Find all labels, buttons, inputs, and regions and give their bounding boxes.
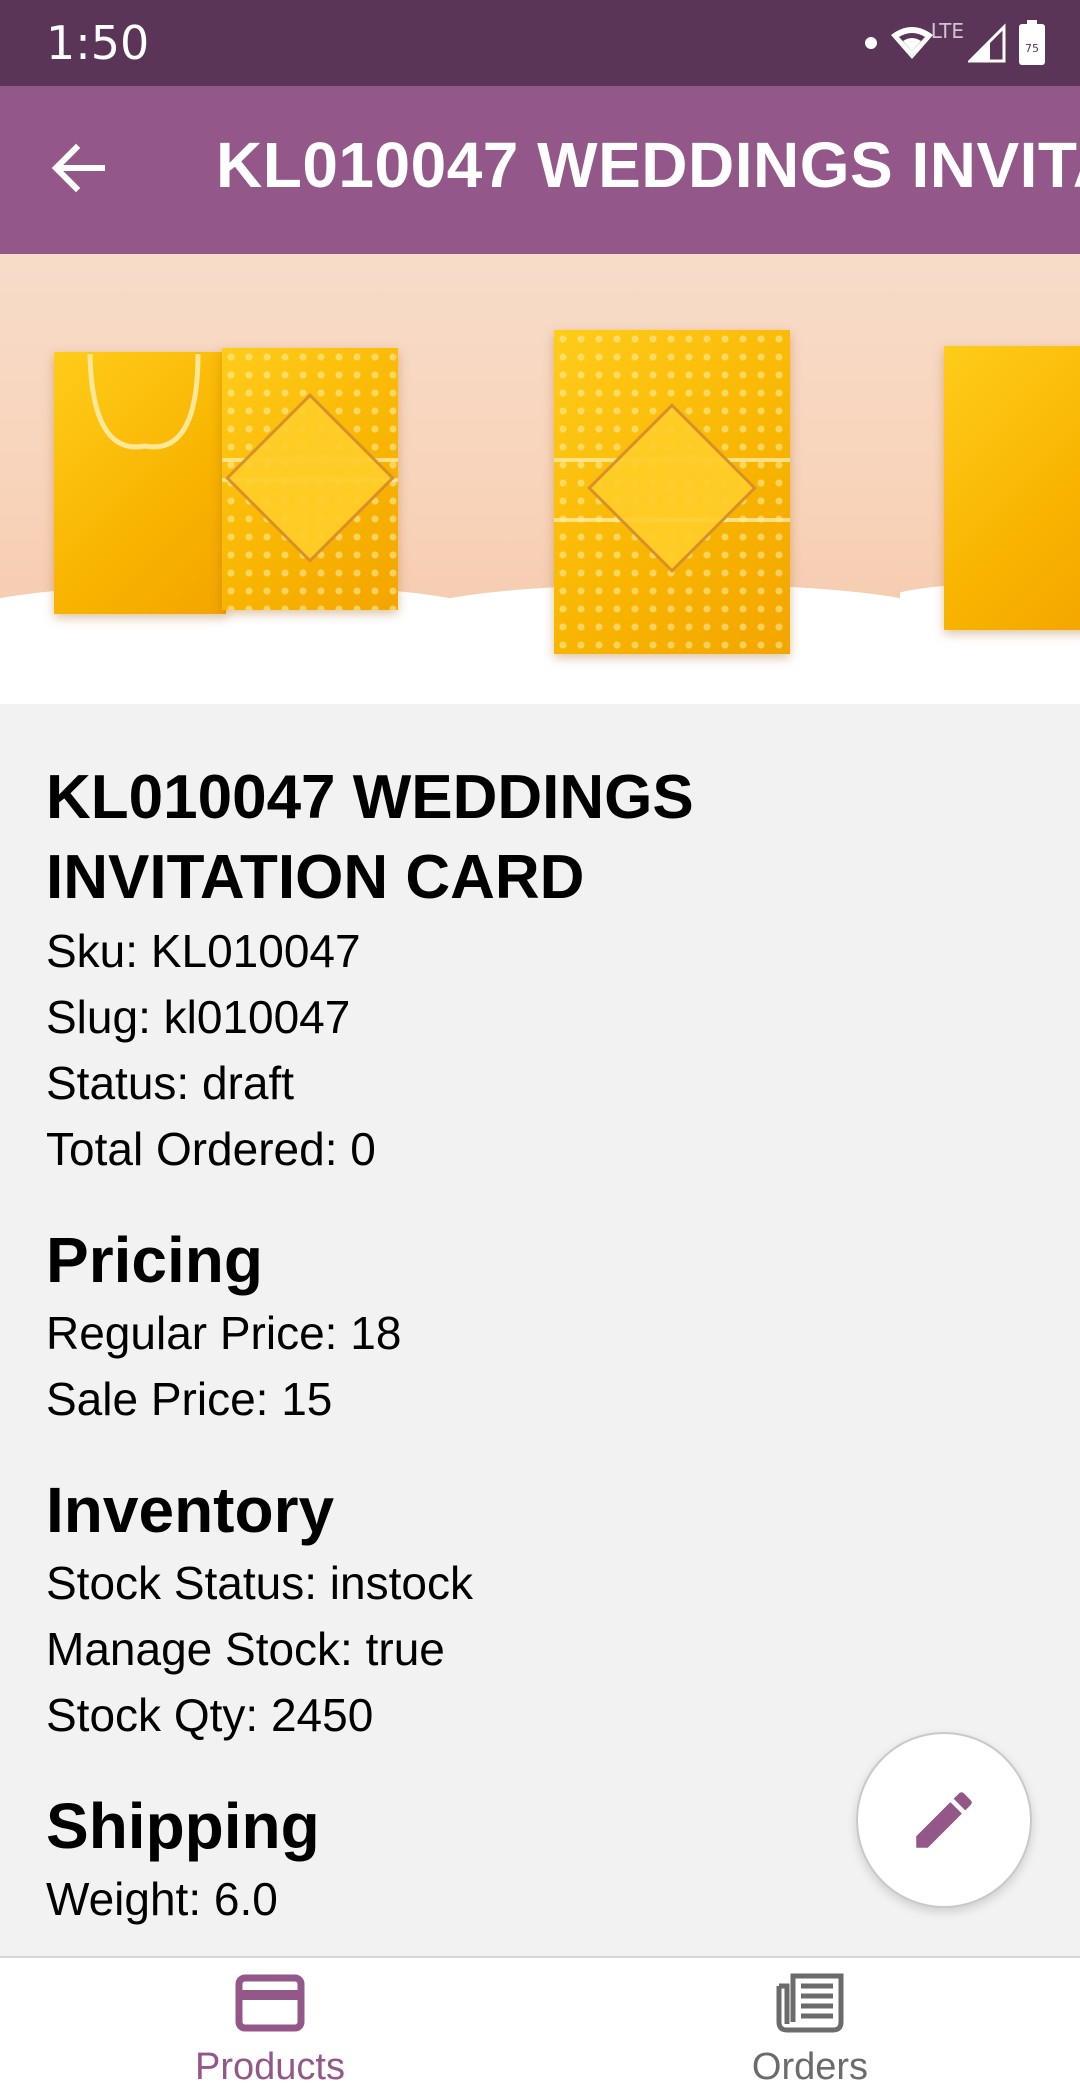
nav-item-products[interactable]: Products xyxy=(0,1958,540,2100)
product-name: KL010047 WEDDINGS INVITATION CARD xyxy=(46,763,694,912)
bottom-navigation: Products Orders xyxy=(0,1956,1080,2100)
manage-stock: Manage Stock: true xyxy=(46,1623,445,1675)
product-sku: Sku: KL010047 xyxy=(46,925,361,977)
nav-item-orders[interactable]: Orders xyxy=(540,1958,1080,2100)
product-image-gallery[interactable] xyxy=(0,254,1080,704)
edit-pencil-icon xyxy=(916,1792,972,1848)
stock-qty: Stock Qty: 2450 xyxy=(46,1689,374,1741)
notification-dot-icon xyxy=(864,37,877,49)
product-image[interactable] xyxy=(0,254,450,704)
product-image[interactable] xyxy=(450,254,900,704)
pricing-heading: Pricing xyxy=(46,1224,263,1296)
edit-button[interactable] xyxy=(856,1732,1032,1908)
pricing-section: Pricing Regular Price: 18 Sale Price: 15 xyxy=(46,1220,1046,1432)
product-total-ordered: Total Ordered: 0 xyxy=(46,1123,376,1175)
stock-status: Stock Status: instock xyxy=(46,1557,473,1609)
regular-price: Regular Price: 18 xyxy=(46,1307,402,1359)
status-bar: 1:50 LTE 75 xyxy=(0,0,1080,86)
battery-icon: 75 xyxy=(1019,20,1045,65)
nav-label-products: Products xyxy=(195,2046,345,2088)
cell-signal-icon xyxy=(968,23,1006,63)
app-bar: KL010047 WEDDINGS INVITATION CARD xyxy=(0,86,1080,254)
status-time: 1:50 xyxy=(46,16,150,70)
network-type-label: LTE xyxy=(930,19,964,43)
status-icons: LTE 75 xyxy=(864,18,1046,68)
sale-price: Sale Price: 15 xyxy=(46,1373,333,1425)
nav-label-orders: Orders xyxy=(751,2046,869,2088)
card-front-graphic xyxy=(554,330,790,654)
wifi-icon xyxy=(890,27,933,59)
product-image[interactable] xyxy=(900,254,1080,704)
card-insert-graphic xyxy=(222,348,398,610)
arrow-back-icon[interactable] xyxy=(50,140,106,196)
inventory-heading: Inventory xyxy=(46,1474,335,1546)
card-side-graphic xyxy=(944,346,1080,630)
battery-level: 75 xyxy=(1025,42,1039,55)
product-status: Status: draft xyxy=(46,1057,295,1109)
app-bar-title: KL010047 WEDDINGS INVITATION CARD xyxy=(216,129,1080,201)
credit-card-icon xyxy=(235,1974,305,2032)
product-slug: Slug: kl010047 xyxy=(46,991,351,1043)
newspaper-icon xyxy=(776,1973,844,2033)
inventory-section: Inventory Stock Status: instock Manage S… xyxy=(46,1470,1046,1748)
bag-handle-graphic xyxy=(87,353,201,450)
